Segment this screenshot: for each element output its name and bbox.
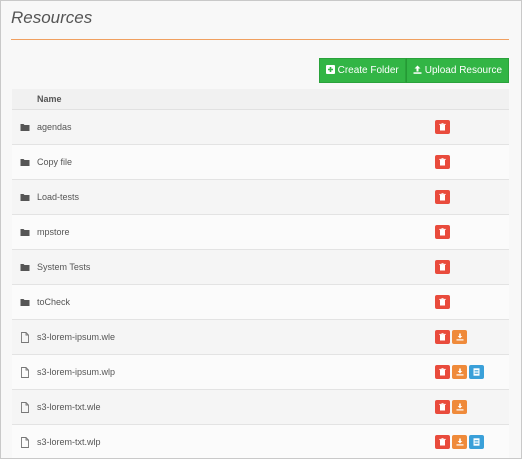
delete-button[interactable] <box>435 400 450 414</box>
resource-name[interactable]: s3-lorem-txt.wle <box>37 402 101 412</box>
resource-name[interactable]: mpstore <box>37 227 70 237</box>
resources-table: Name agendas Copy file Load-tests mpstore Sy… <box>12 89 509 458</box>
trash-icon <box>439 333 446 341</box>
trash-icon <box>439 438 446 446</box>
trash-icon <box>439 228 446 236</box>
document-icon <box>473 438 480 446</box>
delete-button[interactable] <box>435 190 450 204</box>
upload-resource-button[interactable]: Upload Resource <box>405 58 509 83</box>
row-actions <box>435 190 450 204</box>
file-icon <box>20 402 30 413</box>
resources-panel: Resources Create Folder Upload Resource … <box>0 0 522 459</box>
delete-button[interactable] <box>435 120 450 134</box>
resource-name[interactable]: s3-lorem-ipsum.wlp <box>37 367 115 377</box>
folder-row[interactable]: agendas <box>12 110 509 145</box>
resource-name[interactable]: s3-lorem-txt.wlp <box>37 437 101 447</box>
resource-name[interactable]: Copy file <box>37 157 72 167</box>
folder-icon <box>20 157 30 167</box>
file-icon <box>20 437 30 448</box>
column-header-name: Name <box>37 94 62 104</box>
folder-icon <box>20 192 30 202</box>
folder-icon <box>20 227 30 237</box>
file-icon <box>20 332 30 343</box>
download-icon <box>456 333 464 341</box>
folder-row[interactable]: System Tests <box>12 250 509 285</box>
toolbar: Create Folder Upload Resource <box>318 58 509 83</box>
delete-button[interactable] <box>435 155 450 169</box>
page-title: Resources <box>11 8 93 27</box>
document-icon <box>473 368 480 376</box>
folder-icon <box>20 297 30 307</box>
folder-icon <box>20 262 30 272</box>
row-actions <box>435 155 450 169</box>
row-actions <box>435 365 484 379</box>
resource-name[interactable]: toCheck <box>37 297 70 307</box>
trash-icon <box>439 263 446 271</box>
delete-button[interactable] <box>435 330 450 344</box>
trash-icon <box>439 298 446 306</box>
row-actions <box>435 330 467 344</box>
preview-button[interactable] <box>469 365 484 379</box>
table-body: agendas Copy file Load-tests mpstore System … <box>12 110 509 458</box>
upload-resource-label: Upload Resource <box>424 65 502 76</box>
row-actions <box>435 295 450 309</box>
resource-name[interactable]: Load-tests <box>37 192 79 202</box>
create-folder-label: Create Folder <box>337 65 399 76</box>
resource-name[interactable]: agendas <box>37 122 72 132</box>
row-actions <box>435 400 467 414</box>
table-header: Name <box>12 89 509 110</box>
folder-row[interactable]: Copy file <box>12 145 509 180</box>
download-icon <box>456 403 464 411</box>
delete-button[interactable] <box>435 295 450 309</box>
row-actions <box>435 260 450 274</box>
row-actions <box>435 120 450 134</box>
trash-icon <box>439 193 446 201</box>
trash-icon <box>439 158 446 166</box>
delete-button[interactable] <box>435 225 450 239</box>
folder-row[interactable]: mpstore <box>12 215 509 250</box>
download-button[interactable] <box>452 330 467 344</box>
file-row[interactable]: s3-lorem-ipsum.wle <box>12 320 509 355</box>
folder-row[interactable]: toCheck <box>12 285 509 320</box>
trash-icon <box>439 123 446 131</box>
file-row[interactable]: s3-lorem-txt.wlp <box>12 425 509 458</box>
resource-name[interactable]: System Tests <box>37 262 90 272</box>
download-icon <box>456 438 464 446</box>
folder-row[interactable]: Load-tests <box>12 180 509 215</box>
trash-icon <box>439 368 446 376</box>
resource-name[interactable]: s3-lorem-ipsum.wle <box>37 332 115 342</box>
file-icon <box>20 367 30 378</box>
row-actions <box>435 225 450 239</box>
download-button[interactable] <box>452 365 467 379</box>
trash-icon <box>439 403 446 411</box>
create-folder-button[interactable]: Create Folder <box>318 58 406 83</box>
row-actions <box>435 435 484 449</box>
folder-icon <box>20 122 30 132</box>
delete-button[interactable] <box>435 260 450 274</box>
file-row[interactable]: s3-lorem-ipsum.wlp <box>12 355 509 390</box>
upload-icon <box>413 65 422 77</box>
download-icon <box>456 368 464 376</box>
plus-square-icon <box>325 64 335 77</box>
download-button[interactable] <box>452 400 467 414</box>
preview-button[interactable] <box>469 435 484 449</box>
delete-button[interactable] <box>435 365 450 379</box>
delete-button[interactable] <box>435 435 450 449</box>
title-divider <box>11 39 509 40</box>
download-button[interactable] <box>452 435 467 449</box>
file-row[interactable]: s3-lorem-txt.wle <box>12 390 509 425</box>
